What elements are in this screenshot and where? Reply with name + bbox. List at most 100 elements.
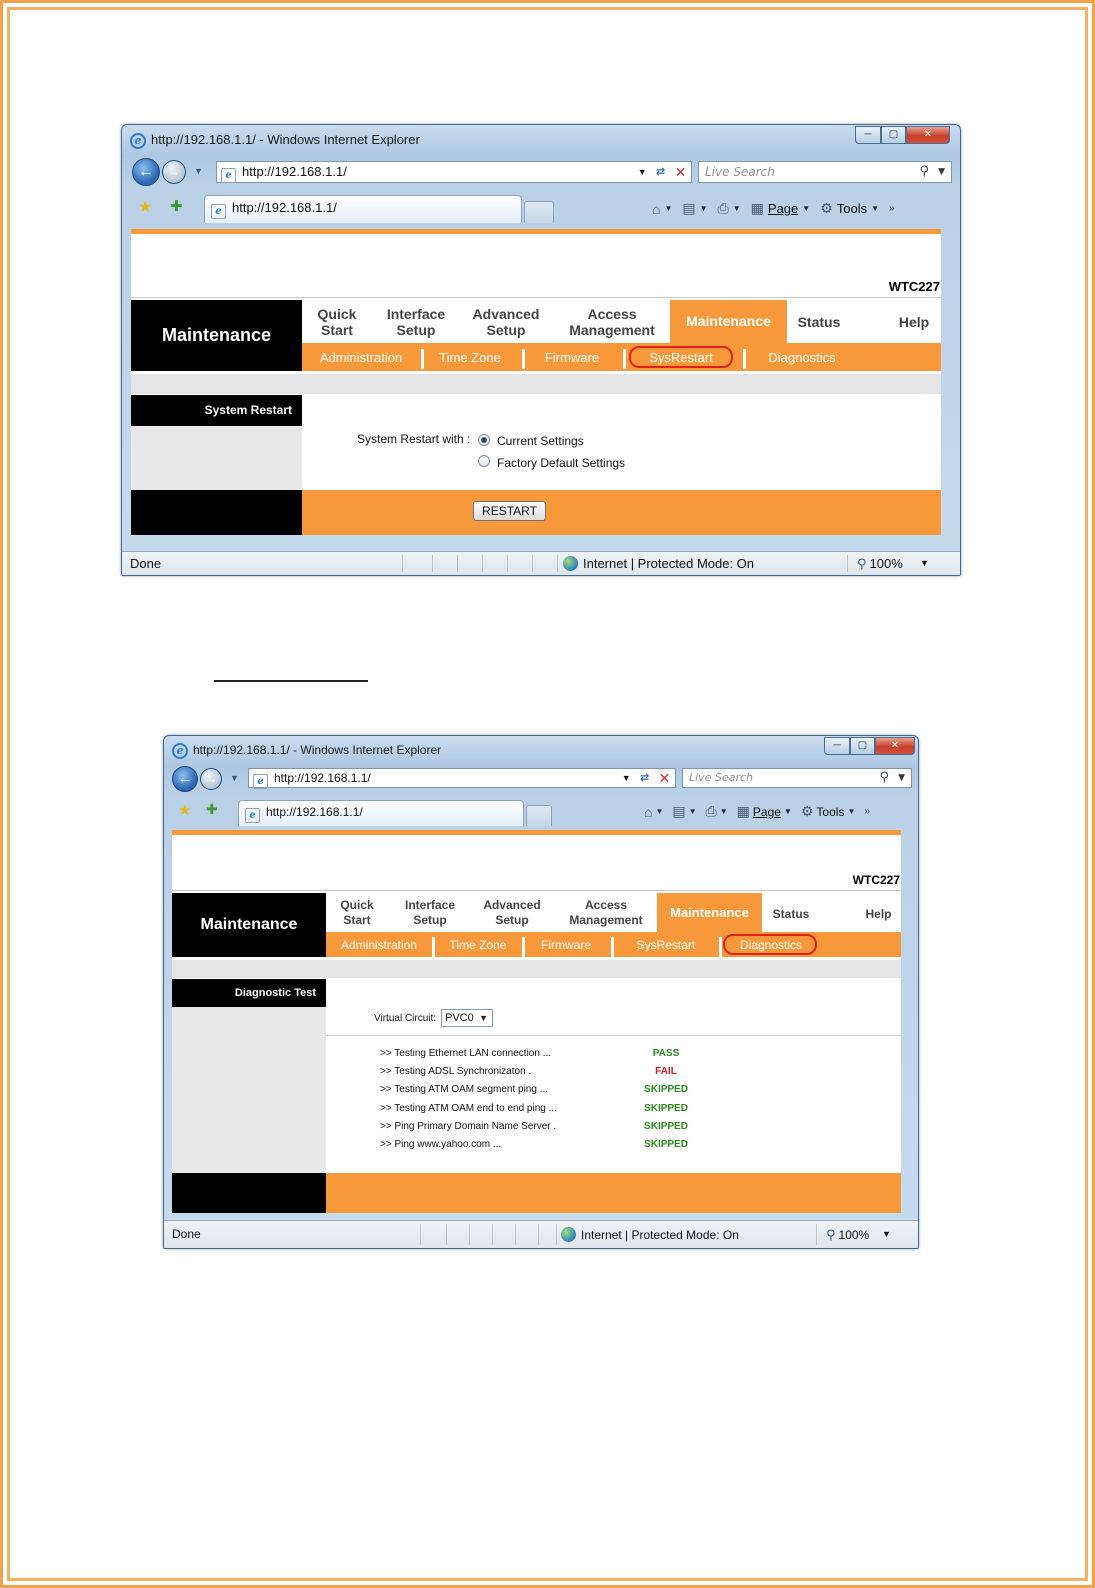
favorites-star-icon[interactable]: ★ (138, 197, 152, 217)
search-icon[interactable]: ⚲ (919, 162, 929, 182)
submenu-time-zone[interactable]: Time Zone (440, 938, 516, 952)
home-dropdown-icon[interactable]: ▼ (664, 204, 672, 213)
new-tab-button[interactable] (524, 201, 554, 223)
minimize-button[interactable]: ─ (824, 737, 850, 755)
page-menu[interactable]: Page (768, 201, 798, 216)
close-button[interactable]: ✕ (906, 126, 950, 144)
forward-button[interactable]: → (162, 160, 186, 184)
refresh-icon[interactable]: ⇄ (640, 769, 649, 787)
title-bar[interactable]: e http://192.168.1.1/ - Windows Internet … (164, 736, 918, 766)
menu-interface-setup[interactable]: Interface Setup (376, 306, 456, 338)
menu-quick-start[interactable]: Quick Start (302, 306, 372, 338)
menu-maintenance[interactable]: Maintenance (657, 893, 762, 932)
submenu-separator (421, 349, 424, 369)
minimize-button[interactable]: ─ (855, 126, 881, 144)
feeds-icon[interactable]: ▤ (672, 803, 685, 820)
search-input[interactable]: Live Search ⚲ ▼ (682, 768, 912, 788)
search-dropdown-icon[interactable]: ▼ (898, 769, 905, 787)
radio-factory-default[interactable] (478, 455, 490, 467)
diag-test-name: >> Testing ADSL Synchronizaton . (380, 1066, 532, 1077)
title-bar[interactable]: e http://192.168.1.1/ - Windows Internet … (122, 125, 960, 155)
chevron-more-icon[interactable]: » (864, 806, 870, 817)
status-separator (457, 555, 458, 572)
document-underline (214, 680, 368, 682)
menu-interface-setup[interactable]: Interface Setup (394, 898, 466, 928)
back-button[interactable]: ← (132, 158, 160, 186)
maximize-button[interactable]: ▢ (881, 126, 906, 144)
security-zone[interactable]: Internet | Protected Mode: On (561, 1227, 739, 1242)
tools-dropdown-icon[interactable]: ▼ (847, 807, 855, 816)
menu-maintenance[interactable]: Maintenance (670, 300, 787, 343)
ie-logo-icon: e (172, 743, 188, 759)
submenu-sysrestart[interactable]: SysRestart (618, 938, 714, 952)
security-zone[interactable]: Internet | Protected Mode: On (563, 556, 754, 571)
restart-button[interactable]: RESTART (473, 501, 546, 521)
stop-icon[interactable]: ✕ (659, 769, 671, 787)
history-dropdown-icon[interactable]: ▼ (230, 773, 239, 783)
submenu-administration[interactable]: Administration (330, 938, 428, 952)
home-dropdown-icon[interactable]: ▼ (655, 807, 663, 816)
home-icon[interactable]: ⌂ (652, 201, 660, 217)
zoom-control[interactable]: ⚲ 100% (826, 1227, 869, 1243)
print-dropdown-icon[interactable]: ▼ (720, 807, 728, 816)
search-icon[interactable]: ⚲ (879, 769, 889, 787)
page-menu[interactable]: Page (753, 805, 781, 819)
favorites-star-icon[interactable]: ★ (178, 801, 191, 819)
menu-help[interactable]: Help (856, 906, 901, 922)
submenu-firmware[interactable]: Firmware (531, 938, 601, 952)
submenu-firmware[interactable]: Firmware (534, 350, 610, 365)
tools-menu[interactable]: Tools (837, 201, 867, 216)
submenu-diagnostics[interactable]: Diagnostics (752, 350, 852, 365)
print-icon[interactable]: ⎙ (718, 200, 729, 217)
tools-dropdown-icon[interactable]: ▼ (871, 204, 879, 213)
print-dropdown-icon[interactable]: ▼ (733, 204, 741, 213)
status-separator (507, 555, 508, 572)
virtual-circuit-select[interactable]: PVC0 ▼ (441, 1009, 493, 1027)
feeds-dropdown-icon[interactable]: ▼ (689, 807, 697, 816)
menu-status[interactable]: Status (787, 314, 851, 330)
new-tab-button[interactable] (526, 805, 552, 826)
maximize-button[interactable]: ▢ (850, 737, 875, 755)
chevron-more-icon[interactable]: » (889, 203, 895, 214)
zoom-dropdown-icon[interactable]: ▼ (920, 558, 929, 568)
submenu-time-zone[interactable]: Time Zone (428, 350, 512, 365)
stop-icon[interactable]: ✕ (675, 162, 687, 182)
search-dropdown-icon[interactable]: ▼ (938, 162, 945, 182)
home-icon[interactable]: ⌂ (644, 804, 652, 820)
search-input[interactable]: Live Search ⚲ ▼ (698, 161, 952, 183)
print-icon[interactable]: ⎙ (706, 803, 717, 820)
back-button[interactable]: ← (172, 766, 198, 792)
browser-tab[interactable]: e http://192.168.1.1/ (204, 195, 522, 223)
menu-help[interactable]: Help (889, 314, 939, 330)
tools-menu[interactable]: Tools (816, 805, 844, 819)
page-dropdown-icon[interactable]: ▼ (802, 204, 810, 213)
menu-access-management[interactable]: Access Management (558, 898, 654, 928)
add-favorite-icon[interactable]: ✚ (170, 197, 183, 215)
menu-status[interactable]: Status (762, 906, 820, 922)
feeds-dropdown-icon[interactable]: ▼ (700, 204, 708, 213)
ie-window-sysrestart: e http://192.168.1.1/ - Windows Internet … (121, 124, 961, 576)
status-separator (557, 555, 558, 572)
submenu-administration[interactable]: Administration (306, 350, 416, 365)
address-dropdown-icon[interactable]: ▼ (622, 769, 631, 787)
forward-button[interactable]: → (200, 768, 222, 790)
page-dropdown-icon[interactable]: ▼ (784, 807, 792, 816)
address-bar[interactable]: e http://192.168.1.1/ ▼ ⇄ ✕ (216, 161, 692, 183)
address-bar[interactable]: e http://192.168.1.1/ ▼ ⇄ ✕ (248, 768, 676, 789)
radio-current-settings[interactable] (478, 434, 490, 446)
close-button[interactable]: ✕ (875, 737, 915, 755)
menu-quick-start[interactable]: Quick Start (326, 898, 388, 928)
menu-advanced-setup[interactable]: Advanced Setup (464, 306, 548, 338)
add-favorite-icon[interactable]: ✚ (206, 801, 218, 818)
status-separator (492, 1224, 493, 1245)
history-dropdown-icon[interactable]: ▼ (194, 166, 203, 176)
menu-advanced-setup[interactable]: Advanced Setup (474, 898, 550, 928)
browser-tab[interactable]: e http://192.168.1.1/ (238, 800, 524, 826)
panel-label: Diagnostic Test (172, 979, 326, 1007)
zoom-dropdown-icon[interactable]: ▼ (882, 1229, 891, 1239)
refresh-icon[interactable]: ⇄ (656, 162, 665, 182)
feeds-icon[interactable]: ▤ (682, 200, 695, 217)
address-dropdown-icon[interactable]: ▼ (638, 162, 647, 182)
menu-access-management[interactable]: Access Management (558, 306, 666, 338)
zoom-control[interactable]: ⚲ 100% (857, 556, 903, 572)
